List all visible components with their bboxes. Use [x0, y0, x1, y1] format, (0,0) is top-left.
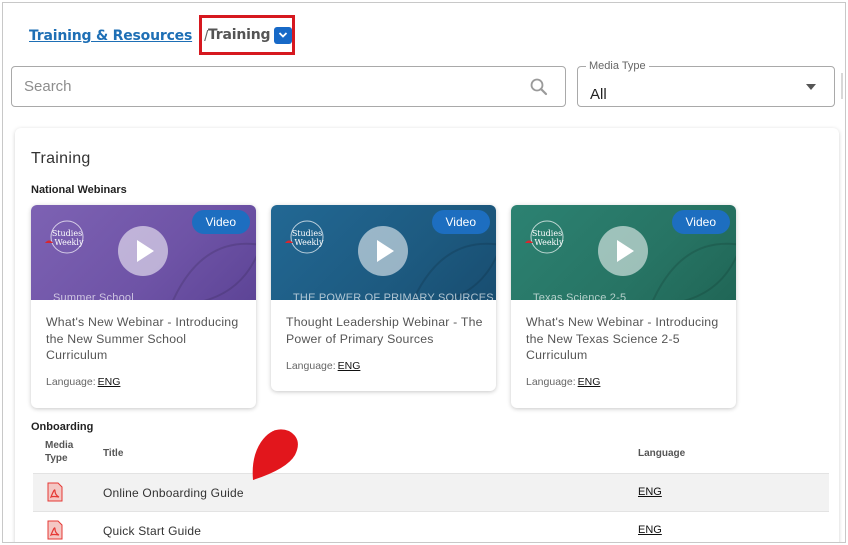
table-row[interactable]: Online Onboarding Guide ENG [33, 473, 829, 511]
column-header-language: Language [638, 448, 686, 459]
column-header-media-type: Media Type [45, 440, 74, 464]
thumbnail-caption: Summer School [53, 292, 134, 300]
pdf-icon [47, 482, 63, 502]
row-language-link[interactable]: ENG [638, 486, 662, 498]
column-header-title: Title [103, 448, 124, 459]
chevron-down-icon [279, 32, 288, 38]
play-icon[interactable] [598, 226, 648, 276]
breadcrumb-current-label: Training [208, 27, 271, 43]
language-link[interactable]: ENG [98, 376, 121, 388]
decorative-leaf-icon [412, 242, 496, 300]
svg-text:Studies: Studies [292, 229, 322, 238]
webinar-title[interactable]: Thought Leadership Webinar - The Power o… [286, 314, 486, 347]
studies-weekly-logo-icon: Studies Weekly [525, 220, 564, 254]
decorative-leaf-icon [172, 242, 256, 300]
webinar-card[interactable]: Studies Weekly Video Summer School What'… [31, 205, 256, 408]
row-language-link[interactable]: ENG [638, 524, 662, 536]
video-badge: Video [191, 210, 250, 234]
webinar-thumbnail[interactable]: Studies Weekly Video Texas Science 2-5 [511, 205, 736, 300]
divider [841, 73, 843, 99]
decorative-leaf-icon [652, 242, 736, 300]
webinar-language: Language: ENG [46, 376, 120, 388]
media-type-select[interactable]: Media Type All [577, 60, 835, 107]
studies-weekly-logo-icon: Studies Weekly [285, 220, 324, 254]
page: Training & Resources / Training Media Ty… [2, 2, 846, 543]
search-icon[interactable] [529, 77, 549, 97]
media-type-value: All [590, 86, 607, 103]
section-title-onboarding: Onboarding [31, 421, 94, 433]
svg-text:Weekly: Weekly [295, 238, 324, 247]
webinar-title[interactable]: What's New Webinar - Introducing the New… [526, 314, 726, 364]
media-type-label: Media Type [586, 60, 649, 72]
search-box [11, 66, 566, 107]
breadcrumb-dropdown-button[interactable] [274, 26, 292, 44]
svg-text:Weekly: Weekly [535, 238, 564, 247]
language-link[interactable]: ENG [338, 360, 361, 372]
search-input[interactable] [24, 78, 529, 95]
panel-title: Training [31, 150, 91, 167]
webinar-language: Language: ENG [286, 360, 360, 372]
language-label: Language: [46, 376, 96, 388]
svg-text:Studies: Studies [532, 229, 562, 238]
svg-text:Studies: Studies [52, 229, 82, 238]
svg-text:Weekly: Weekly [55, 238, 84, 247]
video-badge: Video [431, 210, 490, 234]
row-title[interactable]: Quick Start Guide [103, 524, 201, 538]
section-title-national-webinars: National Webinars [31, 184, 127, 196]
play-icon[interactable] [358, 226, 408, 276]
language-link[interactable]: ENG [578, 376, 601, 388]
webinar-language: Language: ENG [526, 376, 600, 388]
thumbnail-caption: THE POWER OF PRIMARY SOURCES [293, 292, 494, 300]
thumbnail-caption: Texas Science 2-5 [533, 292, 627, 300]
webinar-title[interactable]: What's New Webinar - Introducing the New… [46, 314, 246, 364]
play-icon[interactable] [118, 226, 168, 276]
studies-weekly-logo-icon: Studies Weekly [45, 220, 84, 254]
language-label: Language: [526, 376, 576, 388]
breadcrumb: Training & Resources / Training [29, 15, 295, 55]
table-row[interactable]: Quick Start Guide ENG [33, 511, 829, 542]
webinar-thumbnail[interactable]: Studies Weekly Video Summer School [31, 205, 256, 300]
location-pin-icon [252, 429, 298, 480]
webinar-thumbnail[interactable]: Studies Weekly Video THE POWER OF PRIMAR… [271, 205, 496, 300]
training-panel: Training National Webinars Studies Weekl… [15, 128, 839, 542]
breadcrumb-current-highlight[interactable]: Training [199, 15, 295, 55]
webinar-card[interactable]: Studies Weekly Video THE POWER OF PRIMAR… [271, 205, 496, 391]
breadcrumb-link-training-resources[interactable]: Training & Resources [29, 28, 192, 44]
webinar-card[interactable]: Studies Weekly Video Texas Science 2-5 W… [511, 205, 736, 408]
language-label: Language: [286, 360, 336, 372]
caret-down-icon [806, 84, 816, 90]
pdf-icon [47, 520, 63, 540]
row-title[interactable]: Online Onboarding Guide [103, 486, 244, 500]
video-badge: Video [671, 210, 730, 234]
